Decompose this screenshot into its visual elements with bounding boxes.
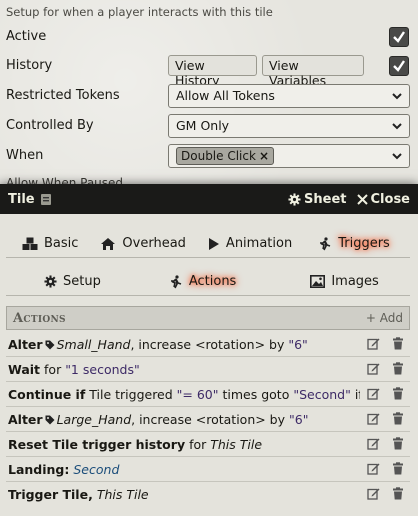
check-icon — [393, 31, 405, 43]
row-controlled-by: Controlled By GM Only — [0, 113, 418, 141]
edit-icon[interactable] — [367, 437, 380, 450]
row-active: Active — [0, 24, 418, 52]
check-icon — [393, 60, 405, 72]
close-icon — [356, 193, 368, 205]
chip-label: Double Click — [181, 149, 256, 163]
gear-icon — [44, 275, 57, 288]
restricted-tokens-label: Restricted Tokens — [6, 88, 120, 103]
tab-actions[interactable]: Actions — [161, 270, 245, 294]
sheet-button[interactable]: Sheet — [288, 191, 347, 207]
trash-icon[interactable] — [392, 362, 404, 375]
gear-icon — [288, 192, 301, 206]
chip-remove-icon[interactable]: × — [259, 149, 269, 163]
primary-tabs: Basic Overhead Animation Triggers — [6, 230, 410, 258]
trash-icon[interactable] — [392, 387, 404, 400]
trash-icon[interactable] — [392, 437, 404, 450]
window-header: Tile Sheet Close — [0, 184, 418, 214]
action-text: Continue if Tile triggered "= 60" times … — [8, 386, 360, 402]
double-click-chip[interactable]: Double Click × — [176, 147, 274, 165]
action-text: Reset Tile trigger history for This Tile — [8, 436, 263, 452]
actions-list: Alter Small_Hand, increase <rotation> by … — [6, 332, 410, 507]
controlled-by-select[interactable]: GM Only — [168, 114, 410, 138]
tab-actions-label: Actions — [188, 274, 237, 289]
row-when: When Double Click × — [0, 143, 418, 171]
chevron-down-icon — [392, 93, 402, 100]
tab-images-label: Images — [331, 274, 379, 289]
restricted-tokens-value: Allow All Tokens — [176, 88, 275, 103]
action-row[interactable]: Trigger Tile, This Tile — [6, 482, 410, 507]
add-action-button[interactable]: + Add — [366, 311, 403, 325]
history-checkbox[interactable] — [389, 56, 409, 76]
active-checkbox[interactable] — [389, 27, 409, 47]
chevron-down-icon — [392, 123, 402, 130]
tab-animation-label: Animation — [225, 236, 293, 251]
action-row[interactable]: Wait for "1 seconds" — [6, 357, 410, 382]
edit-icon[interactable] — [367, 412, 380, 425]
tab-animation[interactable]: Animation — [200, 232, 300, 256]
action-row[interactable]: Reset Tile trigger history for This Tile — [6, 432, 410, 457]
action-text: Landing: Second — [8, 461, 120, 477]
history-label: History — [6, 58, 53, 73]
tag-icon — [45, 340, 55, 349]
home-icon — [101, 237, 116, 250]
tag-icon — [45, 415, 55, 424]
row-restricted-tokens: Restricted Tokens Allow All Tokens — [0, 83, 418, 111]
action-row[interactable]: Alter Large_Hand, increase <rotation> by … — [6, 407, 410, 432]
tile-window: Tile Sheet Close Basic Overhead Animatio… — [0, 184, 418, 516]
controlled-by-label: Controlled By — [6, 118, 94, 133]
cubes-icon — [22, 237, 38, 250]
action-row[interactable]: Continue if Tile triggered "= 60" times … — [6, 382, 410, 407]
document-icon — [40, 193, 51, 205]
tab-setup-label: Setup — [63, 274, 101, 289]
window-title-text: Tile — [8, 191, 35, 207]
trigger-hint: Setup for when a player interacts with t… — [6, 5, 273, 19]
background-tile-config: Setup for when a player interacts with t… — [0, 0, 418, 200]
actions-header: Actions + Add — [6, 306, 410, 330]
controlled-by-value: GM Only — [176, 118, 230, 133]
when-select[interactable]: Double Click × — [168, 144, 410, 168]
chevron-down-icon — [392, 153, 402, 160]
tab-triggers[interactable]: Triggers — [310, 232, 398, 256]
active-label: Active — [6, 29, 47, 44]
actions-heading: Actions — [13, 310, 66, 326]
view-variables-button[interactable]: View Variables — [262, 55, 364, 88]
action-text: Alter Small_Hand, increase <rotation> by … — [8, 336, 308, 352]
action-text: Alter Large_Hand, increase <rotation> by … — [8, 411, 309, 427]
tab-triggers-label: Triggers — [338, 236, 390, 251]
edit-icon[interactable] — [367, 462, 380, 475]
restricted-tokens-select[interactable]: Allow All Tokens — [168, 84, 410, 108]
trash-icon[interactable] — [392, 487, 404, 500]
action-row[interactable]: Landing: Second — [6, 457, 410, 482]
image-icon — [310, 275, 326, 288]
action-text: Trigger Tile, This Tile — [8, 487, 149, 502]
edit-icon[interactable] — [367, 362, 380, 375]
edit-icon[interactable] — [367, 387, 380, 400]
view-history-button[interactable]: View History — [168, 55, 257, 88]
edit-icon[interactable] — [367, 337, 380, 350]
tab-overhead[interactable]: Overhead — [92, 232, 194, 256]
action-text: Wait for "1 seconds" — [8, 361, 140, 377]
secondary-tabs: Setup Actions Images — [6, 268, 410, 296]
tab-setup[interactable]: Setup — [36, 270, 109, 294]
close-button[interactable]: Close — [356, 191, 410, 207]
tab-basic[interactable]: Basic — [14, 232, 86, 256]
window-title: Tile — [8, 192, 52, 207]
running-icon — [170, 274, 182, 288]
running-icon — [320, 236, 331, 250]
play-icon — [208, 237, 219, 250]
tab-images[interactable]: Images — [302, 270, 387, 294]
trash-icon[interactable] — [392, 462, 404, 475]
tab-basic-label: Basic — [44, 236, 79, 251]
action-row[interactable]: Alter Small_Hand, increase <rotation> by … — [6, 332, 410, 357]
trash-icon[interactable] — [392, 337, 404, 350]
tab-overhead-label: Overhead — [122, 236, 186, 251]
row-history: History View History View Variables — [0, 53, 418, 88]
trash-icon[interactable] — [392, 412, 404, 425]
sheet-label: Sheet — [304, 191, 347, 207]
close-label: Close — [370, 191, 410, 207]
when-label: When — [6, 148, 44, 163]
edit-icon[interactable] — [367, 487, 380, 500]
